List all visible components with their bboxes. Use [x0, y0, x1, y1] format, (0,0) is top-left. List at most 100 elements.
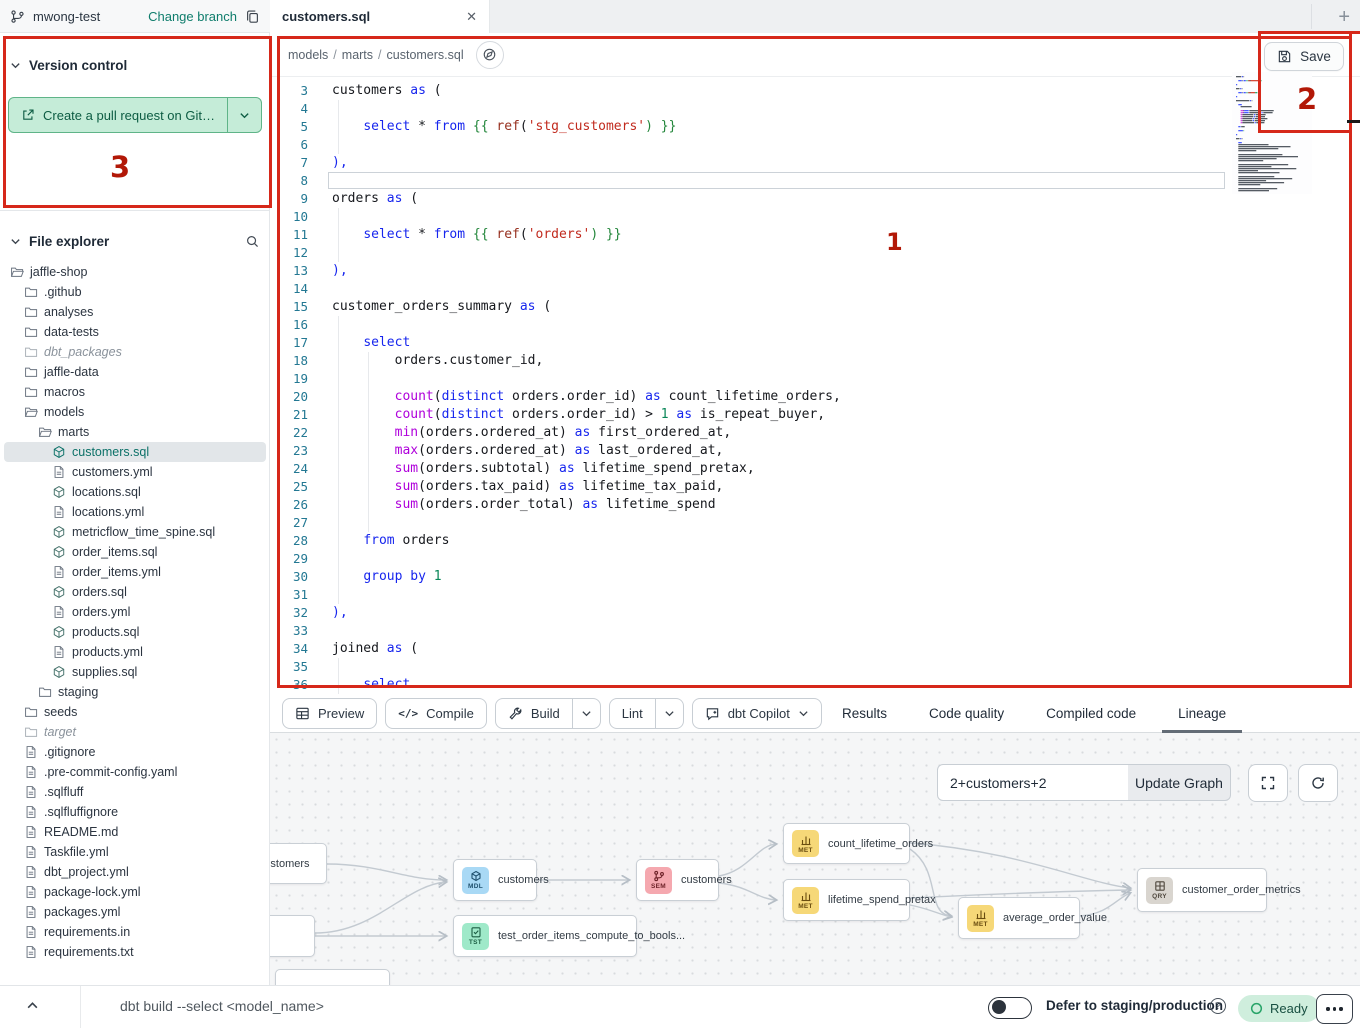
help-icon[interactable]: ?	[1210, 998, 1226, 1014]
build-button[interactable]: Build	[496, 699, 572, 728]
create-pr-dropdown[interactable]	[227, 98, 261, 132]
file-tree-item-taskfile-yml[interactable]: Taskfile.yml	[4, 842, 266, 862]
code-line-14[interactable]: 14	[270, 280, 1360, 298]
build-dropdown[interactable]	[572, 699, 600, 728]
lint-dropdown[interactable]	[655, 699, 683, 728]
file-tree-item-package-lock-yml[interactable]: package-lock.yml	[4, 882, 266, 902]
code-line-6[interactable]: 6	[270, 136, 1360, 154]
collapse-panel-button[interactable]	[26, 999, 39, 1017]
file-tree-item-analyses[interactable]: analyses	[4, 302, 266, 322]
tab-customers-sql[interactable]: customers.sql ✕	[270, 0, 490, 33]
file-tree-item-customers-sql[interactable]: customers.sql	[4, 442, 266, 462]
file-tree-item-customers-yml[interactable]: customers.yml	[4, 462, 266, 482]
version-control-header[interactable]: Version control	[0, 45, 270, 85]
tab-compiled-code[interactable]: Compiled code	[1044, 697, 1138, 733]
file-tree-item-readme-md[interactable]: README.md	[4, 822, 266, 842]
file-tree-item-jaffle-shop[interactable]: jaffle-shop	[4, 262, 266, 282]
file-tree-item-jaffle-data[interactable]: jaffle-data	[4, 362, 266, 382]
breadcrumb-file[interactable]: customers.sql	[387, 48, 464, 62]
file-tree-item--sqlfluffignore[interactable]: .sqlfluffignore	[4, 802, 266, 822]
lineage-node-customers[interactable]: SEMcustomers	[636, 859, 719, 901]
code-line-20[interactable]: 20 count(distinct orders.order_id) as co…	[270, 388, 1360, 406]
file-tree-item-models[interactable]: models	[4, 402, 266, 422]
lineage-search-input[interactable]	[937, 764, 1129, 801]
more-options-button[interactable]	[1316, 994, 1353, 1024]
fullscreen-button[interactable]	[1248, 764, 1288, 802]
code-line-23[interactable]: 23 max(orders.ordered_at) as last_ordere…	[270, 442, 1360, 460]
code-line-5[interactable]: 5 select * from {{ ref('stg_customers') …	[270, 118, 1360, 136]
lineage-node-customers[interactable]: MDLcustomers	[453, 859, 537, 901]
create-pr-main[interactable]: Create a pull request on Git…	[9, 98, 227, 132]
code-line-25[interactable]: 25 sum(orders.tax_paid) as lifetime_tax_…	[270, 478, 1360, 496]
file-tree-item-supplies-sql[interactable]: supplies.sql	[4, 662, 266, 682]
file-tree-item--gitignore[interactable]: .gitignore	[4, 742, 266, 762]
code-line-17[interactable]: 17 select	[270, 334, 1360, 352]
defer-toggle[interactable]	[988, 997, 1032, 1019]
file-tree-item-requirements-txt[interactable]: requirements.txt	[4, 942, 266, 962]
lineage-node-partial[interactable]	[275, 969, 390, 985]
file-tree-item-order-items-yml[interactable]: order_items.yml	[4, 562, 266, 582]
update-graph-button[interactable]: Update Graph	[1128, 764, 1231, 801]
file-tree-item-orders-yml[interactable]: orders.yml	[4, 602, 266, 622]
code-line-8[interactable]: 8	[270, 172, 1360, 190]
file-tree-item-requirements-in[interactable]: requirements.in	[4, 922, 266, 942]
lineage-node-orders[interactable]: orders	[270, 915, 315, 957]
new-tab-button[interactable]: +	[1338, 0, 1350, 33]
code-line-13[interactable]: 13),	[270, 262, 1360, 280]
code-line-35[interactable]: 35	[270, 658, 1360, 676]
file-tree-item--pre-commit-config-yaml[interactable]: .pre-commit-config.yaml	[4, 762, 266, 782]
code-line-3[interactable]: 3customers as (	[270, 82, 1360, 100]
file-tree-item-products-sql[interactable]: products.sql	[4, 622, 266, 642]
file-tree-item-dbt-packages[interactable]: dbt_packages	[4, 342, 266, 362]
tab-lineage[interactable]: Lineage	[1176, 697, 1228, 733]
lineage-node-stg-customers[interactable]: stg_customers	[270, 843, 327, 884]
file-tree-item-locations-yml[interactable]: locations.yml	[4, 502, 266, 522]
breadcrumb-models[interactable]: models	[288, 48, 328, 62]
file-tree-item--sqlfluff[interactable]: .sqlfluff	[4, 782, 266, 802]
file-tree-item--github[interactable]: .github	[4, 282, 266, 302]
preview-button[interactable]: Preview	[282, 698, 377, 729]
lineage-node-average-order-value[interactable]: METaverage_order_value	[958, 897, 1080, 939]
file-tree-item-data-tests[interactable]: data-tests	[4, 322, 266, 342]
code-line-33[interactable]: 33	[270, 622, 1360, 640]
code-line-7[interactable]: 7),	[270, 154, 1360, 172]
tab-close-icon[interactable]: ✕	[466, 9, 477, 25]
file-tree-item-metricflow-time-spine-sql[interactable]: metricflow_time_spine.sql	[4, 522, 266, 542]
file-tree-item-products-yml[interactable]: products.yml	[4, 642, 266, 662]
file-tree-item-staging[interactable]: staging	[4, 682, 266, 702]
tab-code-quality[interactable]: Code quality	[927, 697, 1006, 733]
code-line-4[interactable]: 4	[270, 100, 1360, 118]
file-tree-item-macros[interactable]: macros	[4, 382, 266, 402]
compile-button[interactable]: </> Compile	[385, 698, 487, 729]
create-pr-button[interactable]: Create a pull request on Git…	[8, 97, 262, 133]
file-tree-item-target[interactable]: target	[4, 722, 266, 742]
file-tree-item-locations-sql[interactable]: locations.sql	[4, 482, 266, 502]
code-line-36[interactable]: 36 select	[270, 676, 1360, 694]
code-line-15[interactable]: 15customer_orders_summary as (	[270, 298, 1360, 316]
file-explorer-header[interactable]: File explorer	[0, 221, 270, 261]
code-editor[interactable]: 23customers as (45 select * from {{ ref(…	[270, 77, 1360, 697]
dbt-copilot-button[interactable]: dbt Copilot	[692, 698, 822, 729]
file-tree-item-order-items-sql[interactable]: order_items.sql	[4, 542, 266, 562]
change-branch-link[interactable]: Change branch	[148, 9, 237, 24]
code-line-19[interactable]: 19	[270, 370, 1360, 388]
lint-button[interactable]: Lint	[610, 699, 655, 728]
code-line-22[interactable]: 22 min(orders.ordered_at) as first_order…	[270, 424, 1360, 442]
code-line-16[interactable]: 16	[270, 316, 1360, 334]
code-line-11[interactable]: 11 select * from {{ ref('orders') }}	[270, 226, 1360, 244]
file-tree-item-marts[interactable]: marts	[4, 422, 266, 442]
lens-button[interactable]	[476, 41, 504, 69]
file-tree-item-seeds[interactable]: seeds	[4, 702, 266, 722]
code-line-29[interactable]: 29	[270, 550, 1360, 568]
minimap[interactable]	[1232, 72, 1312, 194]
copy-icon[interactable]	[245, 9, 260, 24]
code-line-9[interactable]: 9orders as (	[270, 190, 1360, 208]
file-tree-item-dbt-project-yml[interactable]: dbt_project.yml	[4, 862, 266, 882]
file-tree-item-orders-sql[interactable]: orders.sql	[4, 582, 266, 602]
code-line-27[interactable]: 27	[270, 514, 1360, 532]
code-line-30[interactable]: 30 group by 1	[270, 568, 1360, 586]
search-icon[interactable]	[245, 234, 260, 249]
code-line-32[interactable]: 32),	[270, 604, 1360, 622]
code-line-28[interactable]: 28 from orders	[270, 532, 1360, 550]
code-line-21[interactable]: 21 count(distinct orders.order_id) > 1 a…	[270, 406, 1360, 424]
